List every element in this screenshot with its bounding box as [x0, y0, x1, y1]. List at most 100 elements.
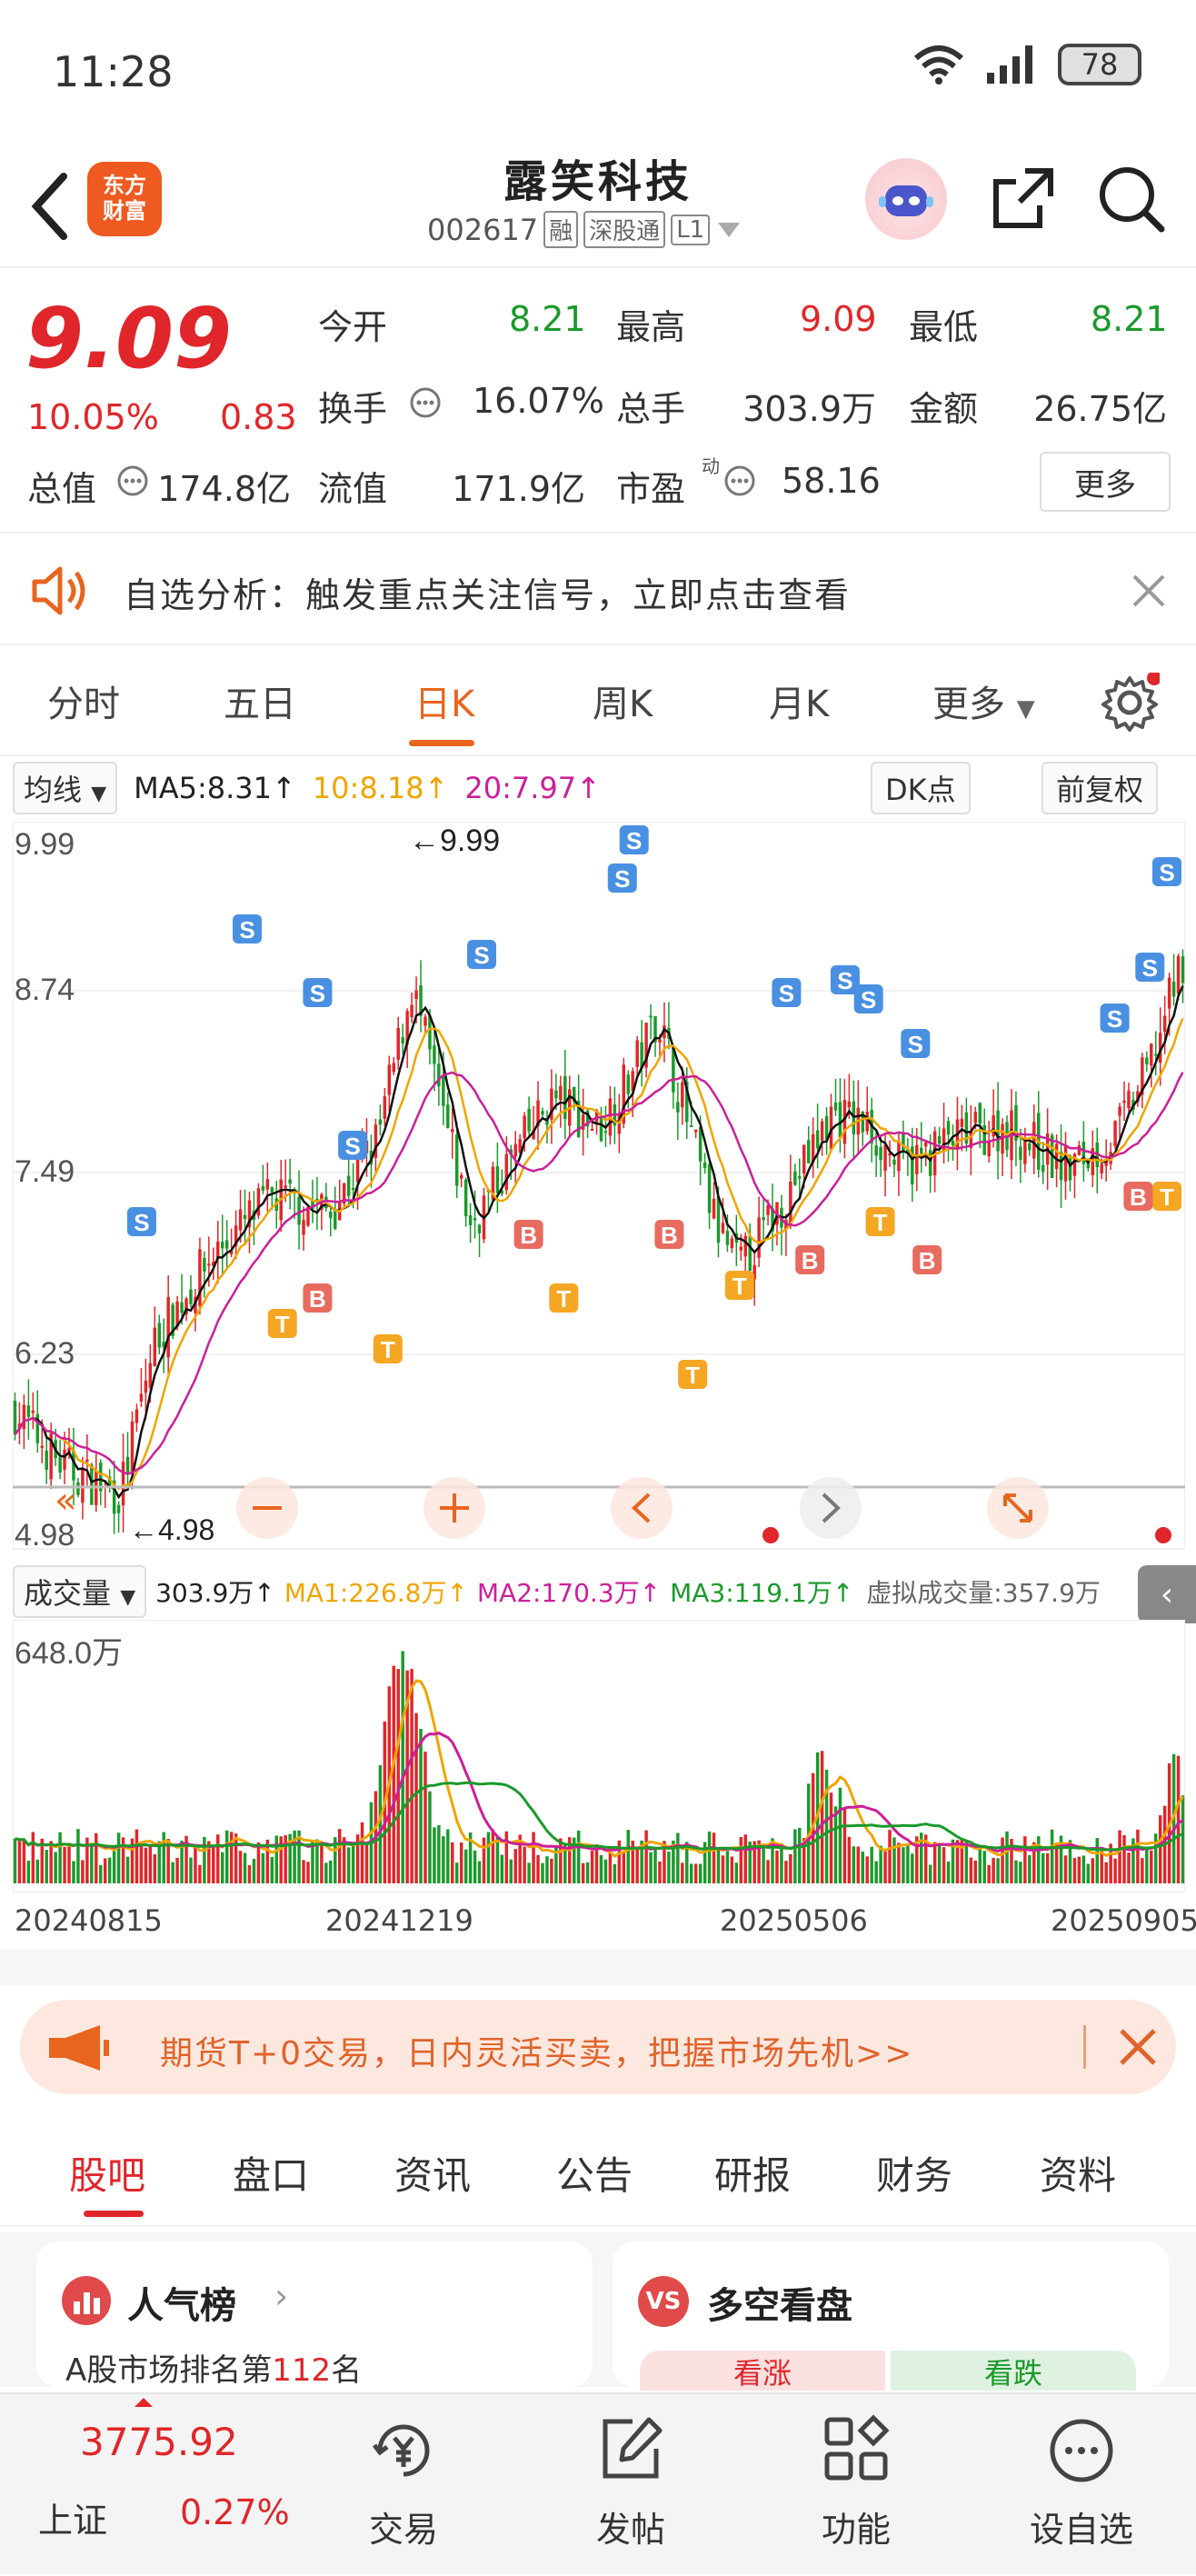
bear-button[interactable]: 看跌	[891, 2351, 1136, 2391]
svg-text:S: S	[310, 980, 325, 1007]
volume-value: 303.9万	[743, 389, 876, 429]
close-icon[interactable]	[1118, 2027, 1158, 2067]
index-change: 0.27%	[180, 2492, 290, 2532]
vol-ma2: MA2:170.3万↑	[476, 1578, 662, 1608]
date-label: 20250506	[720, 1903, 868, 1938]
tab-research[interactable]: 研报	[714, 2145, 791, 2201]
section-gap	[0, 1949, 1196, 1985]
info-dots-icon[interactable]	[723, 464, 756, 497]
tab-orderbook[interactable]: 盘口	[233, 2145, 309, 2201]
robot-icon	[879, 185, 933, 216]
nav-add-watchlist[interactable]: 设自选	[991, 2394, 1172, 2576]
stock-subtitle[interactable]: 002617 融 深股通 L1	[427, 211, 743, 248]
nav-trade-label: 交易	[368, 2510, 438, 2550]
volume-indicator-row: 成交量 ▼ 303.9万↑ MA1:226.8万↑ MA2:170.3万↑ MA…	[0, 1565, 1196, 1623]
adjust-button[interactable]: 前复权	[1042, 762, 1159, 814]
svg-text:B: B	[520, 1222, 537, 1249]
share-icon[interactable]	[989, 164, 1058, 233]
popularity-title: 人气榜	[127, 2285, 236, 2327]
tab-five-day[interactable]: 五日	[224, 674, 296, 727]
futures-ad-banner[interactable]: 期货T+0交易，日内灵活买卖，把握市场先机>>	[20, 2000, 1176, 2094]
svg-text:B: B	[1130, 1183, 1147, 1211]
volume-selector-label: 成交量	[24, 1576, 112, 1611]
date-label: 20250905	[1051, 1903, 1196, 1938]
ma-selector[interactable]: 均线 ▼	[13, 762, 118, 814]
change-amount: 0.83	[220, 397, 297, 437]
vs-badge-icon: VS	[638, 2276, 689, 2327]
svg-text:B: B	[802, 1247, 819, 1274]
bull-bear-title: 多空看盘	[707, 2285, 852, 2327]
ma5-value: MA5:8.31↑	[134, 771, 296, 805]
svg-text:S: S	[239, 916, 254, 944]
price-axis-label: 6.23	[15, 1336, 75, 1371]
ai-assistant-avatar[interactable]	[865, 158, 947, 240]
caret-down-icon: ▼	[1016, 695, 1035, 723]
volume-selector[interactable]: 成交量 ▼	[13, 1565, 147, 1618]
edit-icon	[603, 2417, 663, 2479]
margin-tag: 融	[543, 211, 579, 248]
fullscreen-button[interactable]	[987, 1477, 1049, 1539]
active-subtab-indicator	[84, 2211, 144, 2217]
info-tabs: 股吧 盘口 资讯 公告 研报 财务 资料	[0, 2118, 1196, 2227]
rank-prefix: A股市场排名第	[65, 2352, 273, 2389]
svg-text:T: T	[275, 1311, 290, 1338]
popularity-card[interactable]: 人气榜 › A股市场排名第112名	[36, 2242, 593, 2390]
ad-divider	[1083, 2025, 1086, 2069]
tab-profile[interactable]: 资料	[1040, 2145, 1116, 2201]
amount-label: 金额	[909, 389, 979, 429]
tab-monthly-k[interactable]: 月K	[769, 674, 829, 727]
kline-chart[interactable]: SSSSBTTSSBTSSBTTBSSSBTSSTBS 9.99 8.74 7.…	[12, 821, 1186, 1558]
volume-axis-label: 648.0万	[15, 1636, 123, 1671]
info-dots-icon[interactable]	[116, 464, 149, 497]
min-price-label: ←4.98	[129, 1513, 214, 1546]
tab-forum[interactable]: 股吧	[69, 2145, 145, 2201]
tab-daily-k[interactable]: 日K	[414, 674, 474, 727]
scroll-left-button[interactable]	[611, 1477, 673, 1539]
tab-finance[interactable]: 财务	[876, 2145, 952, 2201]
svg-text:S: S	[1159, 859, 1174, 886]
indicator-dot	[1155, 1527, 1171, 1543]
tab-weekly-k[interactable]: 周K	[593, 674, 653, 727]
svg-text:S: S	[837, 967, 852, 994]
nav-functions[interactable]: 功能	[765, 2394, 947, 2576]
volume-chart[interactable]: 648.0万	[12, 1619, 1186, 1893]
notice-text: 自选分析：触发重点关注信号，立即点击查看	[124, 575, 852, 615]
more-button[interactable]: 更多	[1040, 452, 1171, 512]
svg-text:S: S	[473, 942, 489, 969]
analysis-notice[interactable]: 自选分析：触发重点关注信号，立即点击查看	[0, 536, 1196, 645]
settings-gear-icon[interactable]	[1100, 673, 1160, 733]
svg-text:S: S	[614, 865, 630, 893]
tab-intraday[interactable]: 分时	[47, 674, 120, 727]
total-mv-value: 174.8亿	[157, 469, 291, 509]
connect-tag: 深股通	[583, 211, 666, 248]
svg-text:B: B	[919, 1247, 936, 1274]
collapse-panel-button[interactable]: ‹	[1138, 1565, 1196, 1623]
rewind-icon[interactable]: «	[55, 1480, 76, 1522]
tab-more[interactable]: 更多 ▼	[932, 674, 1035, 727]
svg-text:B: B	[661, 1222, 678, 1249]
zoom-in-button[interactable]	[424, 1477, 485, 1539]
status-time: 11:28	[53, 47, 174, 96]
caret-up-icon	[135, 2398, 153, 2407]
dk-point-button[interactable]: DK点	[871, 762, 971, 814]
feature-cards: 人气榜 › A股市场排名第112名 VS 多空看盘 看涨 看跌	[0, 2232, 1196, 2391]
bull-button[interactable]: 看涨	[640, 2351, 885, 2391]
info-dots-icon[interactable]	[409, 386, 442, 419]
scroll-right-button[interactable]	[800, 1477, 862, 1539]
bull-bear-card[interactable]: VS 多空看盘 看涨 看跌	[613, 2242, 1169, 2391]
close-icon[interactable]	[1131, 573, 1167, 609]
quote-panel: 9.09 10.05% 0.83 今开 8.21 最高 9.09 最低 8.21…	[0, 270, 1196, 534]
rank-text: A股市场排名第112名	[65, 2345, 362, 2390]
tab-announcements[interactable]: 公告	[556, 2145, 633, 2201]
index-ticker[interactable]: 3775.92 上证 0.27%	[18, 2394, 290, 2576]
zoom-out-button[interactable]	[236, 1477, 298, 1539]
svg-text:T: T	[1160, 1183, 1174, 1211]
ma10-value: 10:8.18↑	[312, 771, 449, 805]
nav-post[interactable]: 发帖	[540, 2394, 722, 2576]
svg-text:S: S	[861, 986, 876, 1013]
search-icon[interactable]	[1096, 164, 1167, 235]
nav-trade[interactable]: 交易	[313, 2394, 494, 2576]
index-name: 上证	[38, 2501, 108, 2541]
tab-news[interactable]: 资讯	[394, 2145, 471, 2201]
open-label: 今开	[318, 307, 388, 347]
